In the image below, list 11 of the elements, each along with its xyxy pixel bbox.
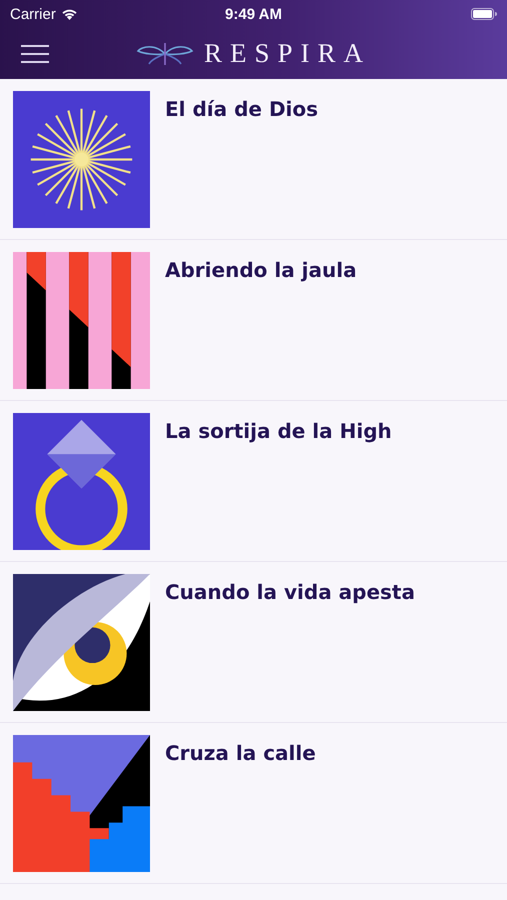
carrier-label: Carrier <box>10 6 56 22</box>
episode-title: Cruza la calle <box>165 741 316 765</box>
wifi-icon <box>60 8 78 20</box>
episode-title: Abriendo la jaula <box>165 258 357 282</box>
episode-title: La sortija de la High <box>165 419 392 443</box>
clock-time: 9:49 AM <box>225 6 282 22</box>
menu-icon[interactable] <box>21 44 49 64</box>
battery-icon <box>471 8 497 20</box>
app-logo: RESPIRA <box>204 38 372 69</box>
episode-title: Cuando la vida apesta <box>165 580 415 604</box>
episode-title: El día de Dios <box>165 97 318 121</box>
